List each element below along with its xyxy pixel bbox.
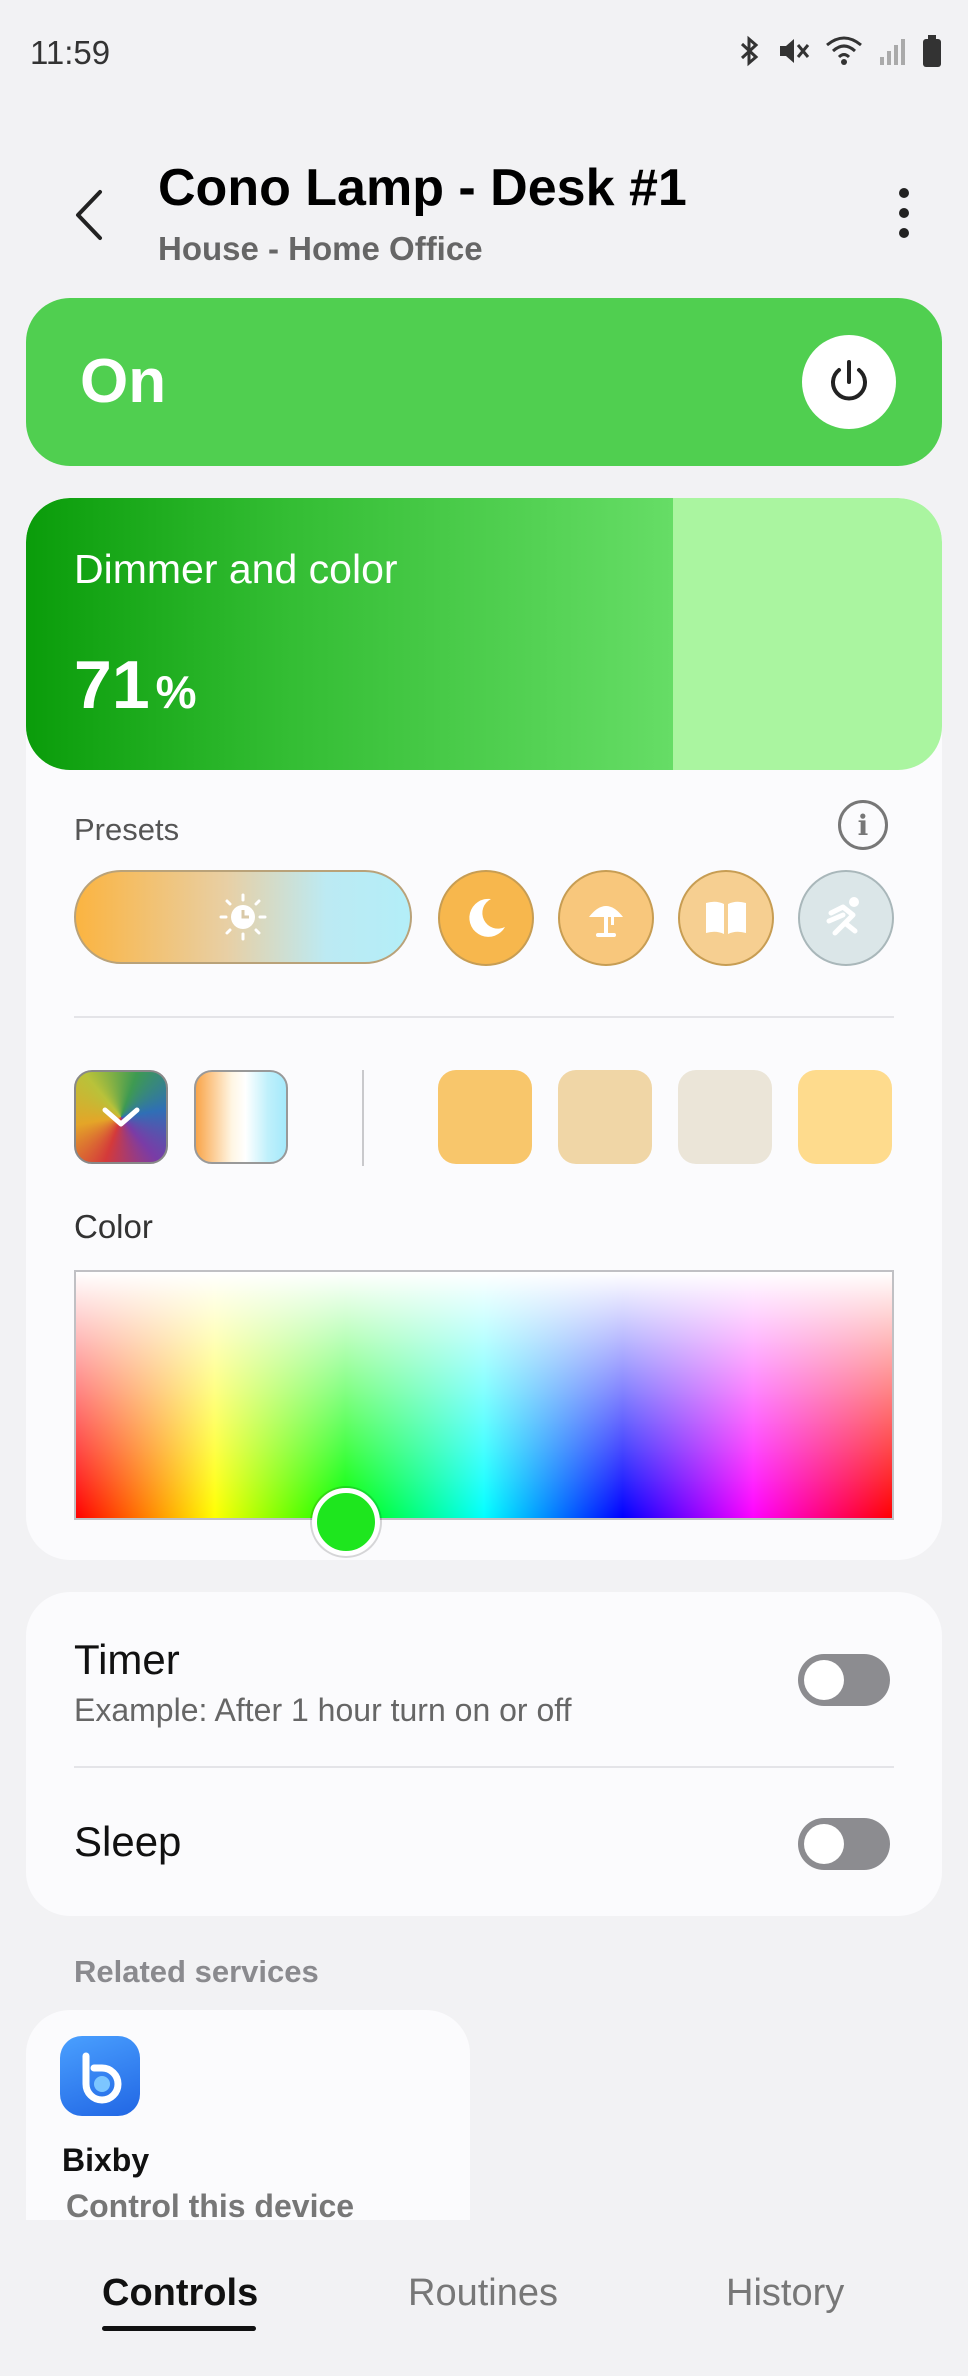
presets-label: Presets	[74, 812, 180, 847]
white-temperature-button[interactable]	[194, 1070, 288, 1164]
preset-day-button[interactable]	[74, 870, 412, 964]
bottom-navigation: Controls Routines History	[0, 2220, 968, 2376]
tab-routines[interactable]: Routines	[408, 2272, 558, 2315]
color-label: Color	[74, 1208, 153, 1245]
color-palette-button[interactable]	[74, 1070, 168, 1164]
active-tab-indicator	[102, 2326, 256, 2331]
timer-sleep-card: Timer Example: After 1 hour turn on or o…	[26, 1592, 942, 1916]
recent-color-swatch-2[interactable]	[558, 1070, 652, 1164]
sleep-toggle[interactable]	[798, 1818, 890, 1870]
preset-lamp-button[interactable]	[558, 870, 654, 966]
mute-icon	[780, 39, 810, 63]
divider	[74, 1766, 894, 1768]
dimmer-value-unit: %	[155, 666, 197, 718]
tab-controls[interactable]: Controls	[102, 2272, 258, 2315]
wifi-icon	[826, 36, 862, 65]
book-icon	[706, 901, 746, 934]
battery-icon	[923, 35, 941, 67]
power-state-label: On	[80, 347, 167, 416]
recent-color-swatch-4[interactable]	[798, 1070, 892, 1164]
chevron-down-icon	[102, 1107, 140, 1127]
page-title: Cono Lamp - Desk #1	[158, 159, 687, 217]
dimmer-slider[interactable]: Dimmer and color 71%	[26, 498, 942, 770]
preset-activity-button[interactable]	[798, 870, 894, 966]
page-subtitle: House - Home Office	[158, 230, 483, 267]
preset-reading-button[interactable]	[678, 870, 774, 966]
tab-history[interactable]: History	[726, 2272, 844, 2315]
bluetooth-icon	[740, 35, 759, 67]
moon-icon	[469, 898, 505, 937]
chevron-left-icon	[76, 190, 102, 240]
recent-color-swatch-3[interactable]	[678, 1070, 772, 1164]
more-vertical-icon	[892, 188, 916, 238]
power-button[interactable]	[802, 335, 896, 429]
bixby-logo-icon	[60, 2036, 140, 2116]
timer-title: Timer	[74, 1636, 180, 1683]
swatch-separator	[362, 1070, 364, 1166]
bixby-description: Control this device	[66, 2188, 355, 2220]
timer-toggle[interactable]	[798, 1654, 890, 1706]
sun-clock-icon	[219, 893, 267, 941]
sleep-title: Sleep	[74, 1818, 182, 1865]
signal-icon	[880, 39, 905, 65]
bixby-name: Bixby	[62, 2142, 150, 2178]
related-services-label: Related services	[74, 1954, 319, 1989]
lamp-icon	[589, 906, 623, 937]
dimmer-label: Dimmer and color	[74, 546, 398, 592]
preset-night-button[interactable]	[438, 870, 534, 966]
divider	[74, 1016, 894, 1018]
info-icon[interactable]: i	[838, 800, 888, 850]
color-spectrum-picker[interactable]	[74, 1270, 894, 1520]
power-toggle-bar[interactable]: On	[26, 298, 942, 466]
running-person-icon	[826, 897, 859, 936]
back-button[interactable]	[60, 180, 120, 250]
more-options-button[interactable]	[892, 188, 916, 240]
dimmer-color-card: Dimmer and color 71% Presets i Color	[26, 498, 942, 1560]
status-time: 11:59	[30, 34, 111, 71]
status-icons	[736, 34, 942, 68]
recent-color-swatch-1[interactable]	[438, 1070, 532, 1164]
dimmer-value: 71%	[74, 646, 197, 724]
power-icon	[831, 360, 867, 401]
color-picker-thumb[interactable]	[312, 1488, 380, 1556]
timer-subtitle: Example: After 1 hour turn on or off	[74, 1692, 572, 1728]
dimmer-slider-fill	[26, 498, 674, 770]
dimmer-value-number: 71	[74, 647, 150, 723]
bixby-service-card[interactable]: Bixby Control this device	[26, 2010, 470, 2220]
